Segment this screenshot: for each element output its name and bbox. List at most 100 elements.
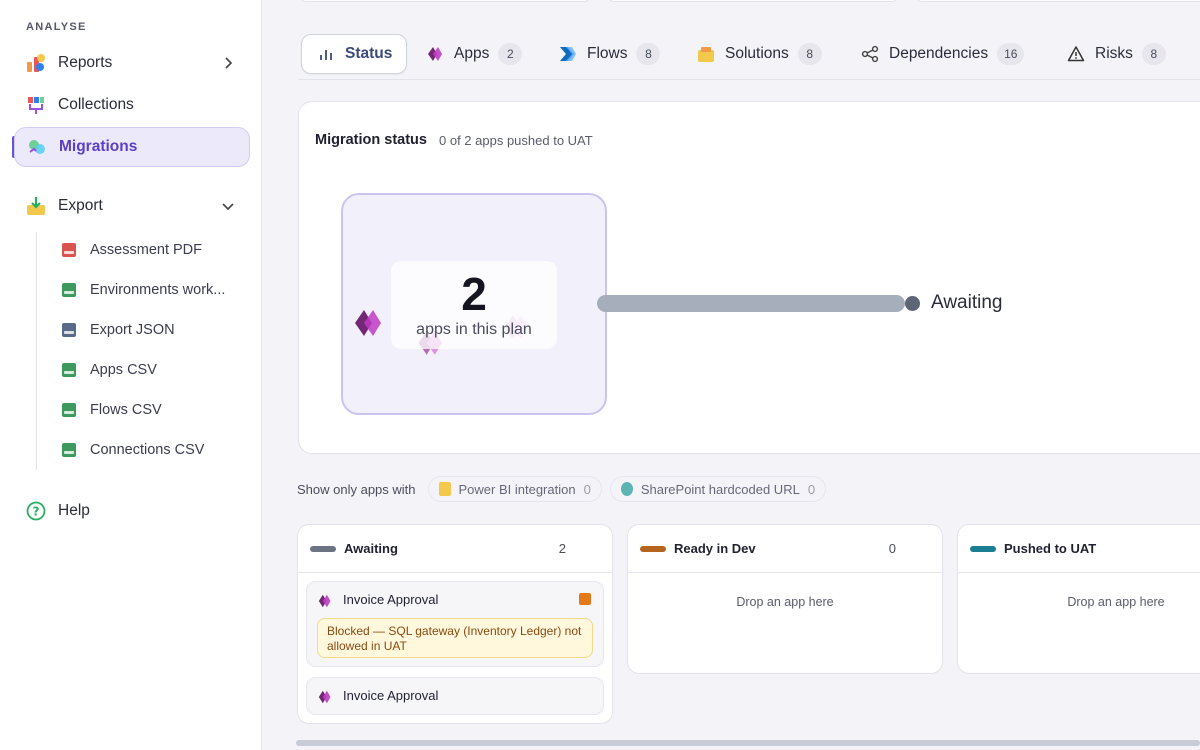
status-pill <box>310 546 336 552</box>
drop-zone[interactable]: Drop an app here <box>958 595 1200 609</box>
export-item-label: Connections CSV <box>90 442 205 458</box>
csv-file-icon <box>62 403 76 417</box>
top-summary-card <box>300 0 590 2</box>
status-pill <box>970 546 996 552</box>
export-item-label: Environments work... <box>90 282 226 298</box>
export-item-connections-csv[interactable]: Connections CSV <box>56 435 252 465</box>
chip-label: Power BI integration <box>458 481 576 497</box>
export-item-assessment-pdf[interactable]: Assessment PDF <box>56 235 252 265</box>
section-label-analyse: ANALYSE <box>26 21 87 33</box>
column-title: Pushed to UAT <box>1004 541 1097 556</box>
column-ready-in-dev: Ready in Dev 0 Drop an app here <box>627 524 943 674</box>
app-count-panel: 2 apps in this plan <box>391 261 557 349</box>
csv-file-icon <box>62 443 76 457</box>
sidebar-item-collections[interactable]: Collections <box>14 85 250 125</box>
filter-chip-power-bi[interactable]: Power BI integration 0 <box>427 476 602 502</box>
stage-dot <box>905 296 920 311</box>
migrations-icon <box>25 135 49 159</box>
export-item-environments[interactable]: Environments work... <box>56 275 252 305</box>
tab-bar: Status Apps 2 Flows 8 Solutions 8 Depend… <box>298 30 1200 80</box>
app-name: Invoice Approval <box>343 592 439 607</box>
apps-plan-box[interactable]: 2 apps in this plan <box>341 193 607 415</box>
column-awaiting: Awaiting 2 Invoice Approval Blocked — SQ… <box>297 524 613 724</box>
sidebar-item-label: Collections <box>58 96 134 113</box>
chevron-down-icon <box>222 203 234 211</box>
sidebar-item-label: Reports <box>58 54 113 71</box>
collections-icon <box>24 93 48 117</box>
card-title: Migration status <box>315 132 427 148</box>
app-card[interactable]: Invoice Approval Blocked — SQL gateway (… <box>306 581 604 667</box>
chip-count: 0 <box>807 481 816 497</box>
tab-status[interactable]: Status <box>301 34 408 74</box>
horizontal-scrollbar[interactable] <box>296 740 1200 746</box>
column-title: Ready in Dev <box>674 541 756 556</box>
tab-apps[interactable]: Apps 2 <box>411 34 536 74</box>
column-header: Pushed to UAT <box>958 525 1200 573</box>
top-summary-card <box>916 0 1200 2</box>
count-badge: 8 <box>636 43 661 65</box>
svg-text:?: ? <box>33 505 40 519</box>
bar-chart-icon <box>316 44 336 64</box>
app-name: Invoice Approval <box>343 688 439 703</box>
column-header: Ready in Dev 0 <box>628 525 942 573</box>
sidebar-item-label: Migrations <box>59 138 138 155</box>
pdf-file-icon <box>62 243 76 257</box>
app-count: 2 <box>461 268 487 320</box>
tab-solutions[interactable]: Solutions 8 <box>682 34 836 74</box>
export-item-label: Apps CSV <box>90 362 157 378</box>
export-icon <box>24 194 48 218</box>
card-subtitle: 0 of 2 apps pushed to UAT <box>439 133 593 148</box>
column-header: Awaiting 2 <box>298 525 612 573</box>
sidebar-item-label: Export <box>58 197 103 214</box>
tab-label: Flows <box>587 45 628 62</box>
tab-label: Dependencies <box>889 45 989 62</box>
progress-track <box>597 295 905 312</box>
tab-dependencies[interactable]: Dependencies 16 <box>846 34 1038 74</box>
export-item-apps-csv[interactable]: Apps CSV <box>56 355 252 385</box>
filter-row: Show only apps with Power BI integration… <box>297 476 834 502</box>
power-apps-icon <box>355 310 381 336</box>
sidebar: ANALYSE Reports Collections Migrations E… <box>0 0 262 750</box>
export-item-label: Flows CSV <box>90 402 162 418</box>
count-badge: 2 <box>498 43 523 65</box>
spreadsheet-file-icon <box>62 283 76 297</box>
export-item-json[interactable]: Export JSON <box>56 315 252 345</box>
count-badge: 8 <box>1141 43 1166 65</box>
csv-file-icon <box>62 363 76 377</box>
chevron-right-icon <box>225 57 233 69</box>
power-apps-icon <box>318 690 331 704</box>
stage-label: Awaiting <box>931 292 1003 313</box>
tab-label: Solutions <box>725 45 789 62</box>
warning-icon <box>1066 44 1086 64</box>
reports-icon <box>24 51 48 75</box>
column-count: 2 <box>558 541 566 556</box>
count-badge: 8 <box>797 43 822 65</box>
app-card[interactable]: Invoice Approval <box>306 677 604 715</box>
sidebar-item-migrations[interactable]: Migrations <box>14 127 250 167</box>
filter-chip-sharepoint-url[interactable]: SharePoint hardcoded URL 0 <box>609 476 827 502</box>
tab-flows[interactable]: Flows 8 <box>544 34 674 74</box>
chip-label: SharePoint hardcoded URL <box>640 481 800 497</box>
export-item-flows-csv[interactable]: Flows CSV <box>56 395 252 425</box>
drop-zone[interactable]: Drop an app here <box>628 595 942 609</box>
power-apps-icon <box>318 594 331 608</box>
help-icon: ? <box>24 499 48 523</box>
blocked-warning: Blocked — SQL gateway (Inventory Ledger)… <box>317 618 593 658</box>
sidebar-item-help[interactable]: ? Help <box>14 491 250 531</box>
column-pushed-to-uat: Pushed to UAT Drop an app here <box>957 524 1200 674</box>
tab-label: Apps <box>454 45 490 62</box>
sidebar-item-reports[interactable]: Reports <box>14 43 250 83</box>
column-count: 0 <box>888 541 896 556</box>
tab-risks[interactable]: Risks 8 <box>1052 34 1180 74</box>
package-icon <box>696 44 716 64</box>
export-item-label: Assessment PDF <box>90 242 202 258</box>
status-pill <box>640 546 666 552</box>
sidebar-item-export[interactable]: Export <box>14 186 250 226</box>
sidebar-item-label: Help <box>58 502 90 519</box>
column-title: Awaiting <box>344 541 398 556</box>
count-badge: 16 <box>997 43 1025 65</box>
power-bi-icon <box>438 482 451 496</box>
json-file-icon <box>62 323 76 337</box>
chip-count: 0 <box>583 481 591 497</box>
filter-label: Show only apps with <box>297 481 416 497</box>
